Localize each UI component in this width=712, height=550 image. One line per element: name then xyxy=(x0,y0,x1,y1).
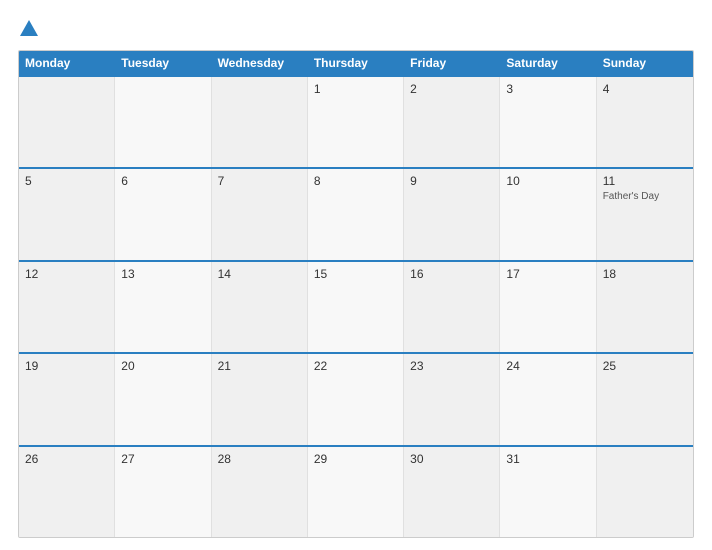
calendar-cell: 19 xyxy=(19,354,115,444)
calendar-cell: 8 xyxy=(308,169,404,259)
day-number: 21 xyxy=(218,359,301,373)
day-number: 8 xyxy=(314,174,397,188)
calendar-week-5: 26 27 28 29 30 31 xyxy=(19,445,693,537)
header-day-monday: Monday xyxy=(19,51,115,75)
day-number: 3 xyxy=(506,82,589,96)
calendar-cell: 5 xyxy=(19,169,115,259)
day-number: 1 xyxy=(314,82,397,96)
day-number: 12 xyxy=(25,267,108,281)
page: MondayTuesdayWednesdayThursdayFridaySatu… xyxy=(0,0,712,550)
calendar-cell: 30 xyxy=(404,447,500,537)
calendar-cell: 6 xyxy=(115,169,211,259)
day-number: 17 xyxy=(506,267,589,281)
day-number: 28 xyxy=(218,452,301,466)
header xyxy=(18,18,694,40)
day-number: 5 xyxy=(25,174,108,188)
day-number: 27 xyxy=(121,452,204,466)
header-day-sunday: Sunday xyxy=(597,51,693,75)
logo-icon xyxy=(18,18,40,40)
calendar-cell: 11 Father's Day xyxy=(597,169,693,259)
day-number: 24 xyxy=(506,359,589,373)
day-number: 15 xyxy=(314,267,397,281)
header-day-saturday: Saturday xyxy=(500,51,596,75)
calendar-cell: 31 xyxy=(500,447,596,537)
calendar-cell: 13 xyxy=(115,262,211,352)
header-day-friday: Friday xyxy=(404,51,500,75)
day-number: 31 xyxy=(506,452,589,466)
day-number: 30 xyxy=(410,452,493,466)
calendar-cell: 29 xyxy=(308,447,404,537)
day-number: 19 xyxy=(25,359,108,373)
calendar-cell: 18 xyxy=(597,262,693,352)
logo xyxy=(18,18,43,40)
day-number: 18 xyxy=(603,267,687,281)
day-number: 2 xyxy=(410,82,493,96)
day-number: 9 xyxy=(410,174,493,188)
calendar-cell: 16 xyxy=(404,262,500,352)
calendar-cell: 28 xyxy=(212,447,308,537)
calendar: MondayTuesdayWednesdayThursdayFridaySatu… xyxy=(18,50,694,538)
calendar-week-4: 19 20 21 22 23 24 25 xyxy=(19,352,693,444)
calendar-week-1: 1234 xyxy=(19,75,693,167)
calendar-cell: 20 xyxy=(115,354,211,444)
day-number: 20 xyxy=(121,359,204,373)
calendar-cell xyxy=(212,77,308,167)
calendar-cell: 24 xyxy=(500,354,596,444)
day-number: 6 xyxy=(121,174,204,188)
calendar-cell: 14 xyxy=(212,262,308,352)
calendar-cell xyxy=(115,77,211,167)
calendar-cell: 21 xyxy=(212,354,308,444)
calendar-cell: 15 xyxy=(308,262,404,352)
day-number: 25 xyxy=(603,359,687,373)
calendar-cell xyxy=(19,77,115,167)
calendar-cell: 4 xyxy=(597,77,693,167)
header-day-wednesday: Wednesday xyxy=(212,51,308,75)
day-number: 13 xyxy=(121,267,204,281)
day-number: 4 xyxy=(603,82,687,96)
day-number: 11 xyxy=(603,174,687,188)
calendar-week-2: 56789 10 11 Father's Day xyxy=(19,167,693,259)
calendar-cell: 12 xyxy=(19,262,115,352)
calendar-cell: 3 xyxy=(500,77,596,167)
calendar-cell: 27 xyxy=(115,447,211,537)
day-number: 10 xyxy=(506,174,589,188)
day-number: 14 xyxy=(218,267,301,281)
day-number: 7 xyxy=(218,174,301,188)
calendar-cell: 2 xyxy=(404,77,500,167)
header-day-tuesday: Tuesday xyxy=(115,51,211,75)
calendar-cell: 1 xyxy=(308,77,404,167)
calendar-cell: 25 xyxy=(597,354,693,444)
header-day-thursday: Thursday xyxy=(308,51,404,75)
calendar-cell: 22 xyxy=(308,354,404,444)
day-number: 23 xyxy=(410,359,493,373)
day-number: 16 xyxy=(410,267,493,281)
day-number: 26 xyxy=(25,452,108,466)
calendar-cell: 9 xyxy=(404,169,500,259)
calendar-cell xyxy=(597,447,693,537)
calendar-cell: 17 xyxy=(500,262,596,352)
calendar-week-3: 12 13 14 15 16 17 18 xyxy=(19,260,693,352)
calendar-cell: 26 xyxy=(19,447,115,537)
day-number: 22 xyxy=(314,359,397,373)
day-event: Father's Day xyxy=(603,190,687,203)
calendar-cell: 23 xyxy=(404,354,500,444)
day-number: 29 xyxy=(314,452,397,466)
calendar-cell: 7 xyxy=(212,169,308,259)
calendar-cell: 10 xyxy=(500,169,596,259)
calendar-header: MondayTuesdayWednesdayThursdayFridaySatu… xyxy=(19,51,693,75)
calendar-body: 1234567891011Father's Day121314151617181… xyxy=(19,75,693,537)
